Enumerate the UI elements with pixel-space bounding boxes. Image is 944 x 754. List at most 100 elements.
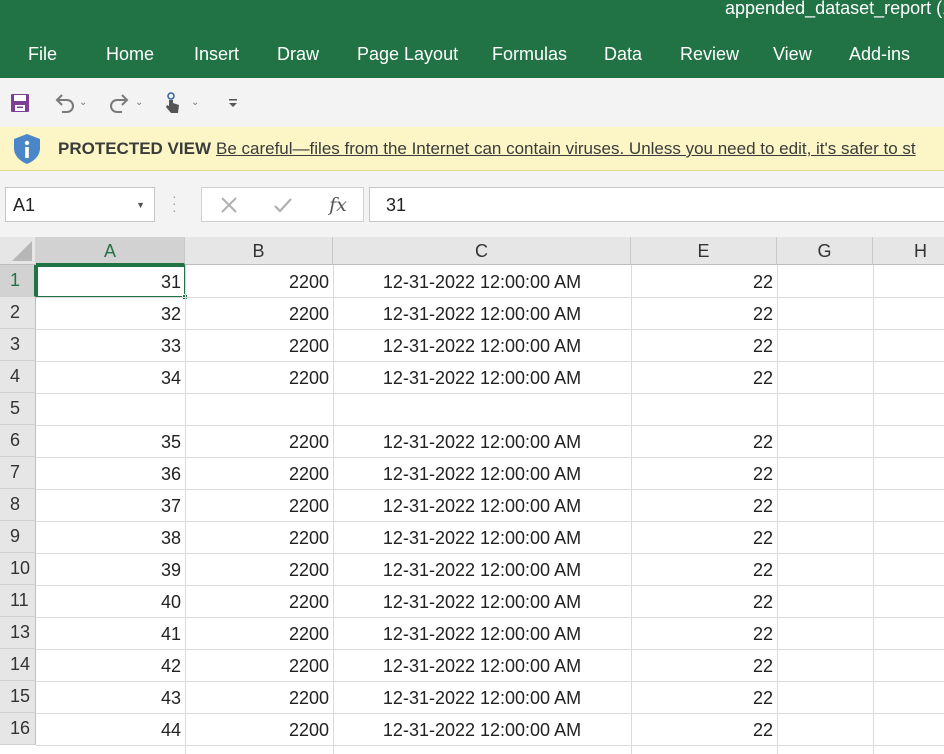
row-header[interactable]: 3	[0, 329, 36, 361]
save-button[interactable]	[9, 78, 31, 127]
cell-c[interactable]: 12-31-2022 12:00:00 AM	[333, 650, 631, 682]
cell-c[interactable]: 12-31-2022 12:00:00 AM	[333, 458, 631, 490]
column-header-e[interactable]: E	[631, 237, 777, 265]
cell-c[interactable]: 12-31-2022 12:00:00 AM	[333, 330, 631, 362]
tab-insert[interactable]: Insert	[194, 44, 239, 65]
row-header[interactable]: 14	[0, 649, 36, 681]
column-header-g[interactable]: G	[777, 237, 873, 265]
column-header-b[interactable]: B	[185, 237, 333, 265]
row-header[interactable]: 7	[0, 457, 36, 489]
cell-e[interactable]: 22	[631, 522, 777, 554]
cell-c[interactable]: 12-31-2022 12:00:00 AM	[333, 586, 631, 618]
undo-dropdown-icon[interactable]: ⌄	[79, 97, 87, 108]
spreadsheet-grid[interactable]: A B C E G H 1 31 2200 12-31-2022 12:00:00 A…	[0, 237, 944, 754]
cell-e[interactable]	[631, 394, 777, 426]
cell-a[interactable]: 35	[36, 426, 185, 458]
cell-b[interactable]: 2200	[185, 682, 333, 714]
row-header[interactable]: 1	[0, 265, 36, 297]
cell-b[interactable]: 2200	[185, 426, 333, 458]
cell-c[interactable]: 12-31-2022 12:00:00 AM	[333, 426, 631, 458]
cell-a[interactable]: 42	[36, 650, 185, 682]
chevron-down-icon[interactable]: ▼	[136, 200, 145, 210]
cell-e[interactable]: 22	[631, 490, 777, 522]
cell-a[interactable]: 39	[36, 554, 185, 586]
cell-e[interactable]: 22	[631, 266, 777, 298]
enter-button[interactable]	[268, 188, 298, 221]
cell-b[interactable]: 2200	[185, 362, 333, 394]
redo-button[interactable]: ⌄	[108, 78, 143, 127]
cell-a[interactable]: 34	[36, 362, 185, 394]
cell-c[interactable]: 12-31-2022 12:00:00 AM	[333, 618, 631, 650]
cell-a[interactable]: 40	[36, 586, 185, 618]
cell-a[interactable]: 41	[36, 618, 185, 650]
touch-mode-button[interactable]: ⌄	[163, 78, 199, 127]
cell-c[interactable]: 12-31-2022 12:00:00 AM	[333, 362, 631, 394]
name-box[interactable]: A1 ▼	[5, 187, 155, 222]
cell-a[interactable]: 36	[36, 458, 185, 490]
cell-b[interactable]: 2200	[185, 554, 333, 586]
row-header[interactable]: 11	[0, 585, 36, 617]
cell-a[interactable]: 44	[36, 714, 185, 746]
cell-e[interactable]: 22	[631, 554, 777, 586]
cell-a[interactable]: 33	[36, 330, 185, 362]
row-header[interactable]: 2	[0, 297, 36, 329]
cell-e[interactable]: 22	[631, 682, 777, 714]
cell-e[interactable]: 22	[631, 618, 777, 650]
tab-view[interactable]: View	[773, 44, 812, 65]
cell-a[interactable]: 38	[36, 522, 185, 554]
cell-e[interactable]: 22	[631, 650, 777, 682]
row-header[interactable]: 16	[0, 713, 36, 745]
tab-add-ins[interactable]: Add-ins	[849, 44, 910, 65]
cell-c[interactable]: 12-31-2022 12:00:00 AM	[333, 682, 631, 714]
cell-b[interactable]: 2200	[185, 650, 333, 682]
row-header[interactable]: 10	[0, 553, 36, 585]
cell-e[interactable]: 22	[631, 714, 777, 746]
select-all-button[interactable]	[0, 237, 36, 265]
row-header[interactable]: 4	[0, 361, 36, 393]
cell-e[interactable]: 22	[631, 362, 777, 394]
cancel-button[interactable]	[214, 188, 244, 221]
column-header-a[interactable]: A	[36, 237, 185, 265]
formula-input[interactable]: 31	[369, 187, 944, 222]
column-header-c[interactable]: C	[333, 237, 631, 265]
cell-c[interactable]: 12-31-2022 12:00:00 AM	[333, 522, 631, 554]
cell-b[interactable]: 2200	[185, 522, 333, 554]
cell-a[interactable]: 32	[36, 298, 185, 330]
tab-formulas[interactable]: Formulas	[492, 44, 567, 65]
tab-file[interactable]: File	[28, 44, 57, 65]
cell-c[interactable]: 12-31-2022 12:00:00 AM	[333, 298, 631, 330]
more-options-icon[interactable]: · · ·	[172, 189, 177, 217]
cell-e[interactable]: 22	[631, 298, 777, 330]
cell-a[interactable]	[36, 394, 185, 426]
cell-e[interactable]: 22	[631, 330, 777, 362]
cell-a[interactable]: 43	[36, 682, 185, 714]
cell-b[interactable]: 2200	[185, 586, 333, 618]
cell-b[interactable]: 2200	[185, 298, 333, 330]
insert-function-button[interactable]: fx	[322, 188, 354, 221]
tab-review[interactable]: Review	[680, 44, 739, 65]
cell-b[interactable]: 2200	[185, 618, 333, 650]
tab-page-layout[interactable]: Page Layout	[357, 44, 458, 65]
row-header[interactable]: 6	[0, 425, 36, 457]
cell-b[interactable]: 2200	[185, 330, 333, 362]
cell-c[interactable]: 12-31-2022 12:00:00 AM	[333, 554, 631, 586]
column-header-h[interactable]: H	[873, 237, 944, 265]
cell-a[interactable]: 31	[36, 266, 185, 298]
row-header[interactable]: 5	[0, 393, 36, 425]
row-header[interactable]: 8	[0, 489, 36, 521]
row-header[interactable]: 13	[0, 617, 36, 649]
tab-data[interactable]: Data	[604, 44, 642, 65]
cell-e[interactable]: 22	[631, 426, 777, 458]
cell-b[interactable]: 2200	[185, 490, 333, 522]
touch-mode-dropdown-icon[interactable]: ⌄	[191, 97, 199, 108]
protected-view-message[interactable]: Be careful—files from the Internet can c…	[216, 139, 916, 159]
row-header[interactable]: 15	[0, 681, 36, 713]
tab-home[interactable]: Home	[106, 44, 154, 65]
undo-button[interactable]: ⌄	[52, 78, 87, 127]
tab-draw[interactable]: Draw	[277, 44, 319, 65]
cell-a[interactable]: 37	[36, 490, 185, 522]
cell-c[interactable]: 12-31-2022 12:00:00 AM	[333, 266, 631, 298]
cell-c[interactable]: 12-31-2022 12:00:00 AM	[333, 490, 631, 522]
cell-c[interactable]	[333, 394, 631, 426]
row-header[interactable]: 9	[0, 521, 36, 553]
